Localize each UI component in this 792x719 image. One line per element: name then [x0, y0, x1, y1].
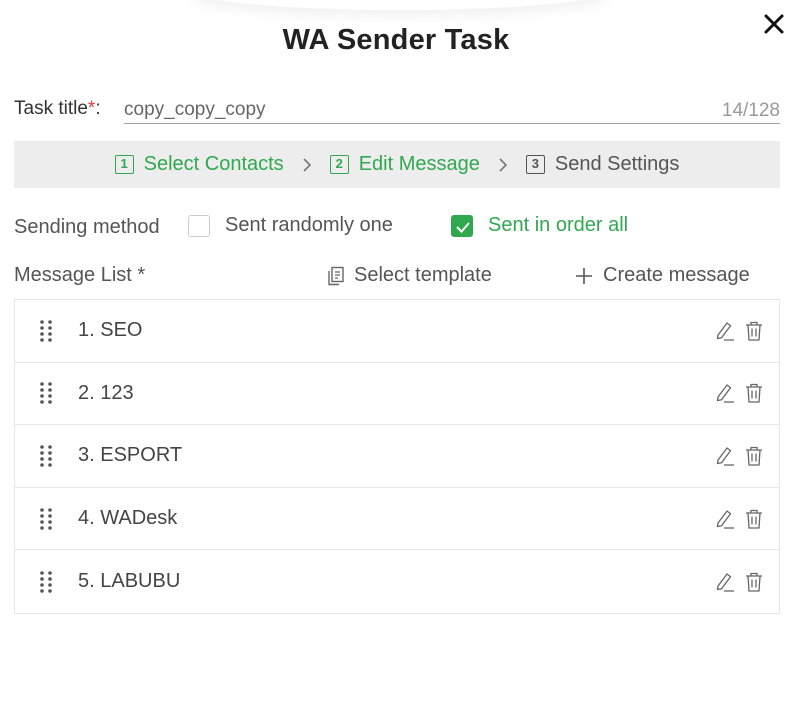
task-title-input[interactable] [124, 97, 780, 124]
dialog-top-shadow [190, 0, 610, 10]
step-select-contacts[interactable]: 1 Select Contacts [114, 153, 284, 176]
step-number: 2 [329, 155, 349, 174]
sending-method-row: Sending method Sent randomly one Sent in… [14, 214, 780, 242]
step-label: Select Contacts [143, 153, 284, 175]
drag-handle-icon[interactable] [39, 507, 53, 531]
chevron-right-icon [499, 157, 507, 172]
message-list-header: Message List * Select template Create me… [14, 262, 780, 290]
list-item[interactable]: 4. WADesk [15, 488, 779, 551]
delete-icon[interactable] [744, 571, 764, 593]
step-label: Edit Message [358, 153, 480, 175]
select-template-button[interactable]: Select template [327, 264, 492, 287]
checkmark-icon [456, 221, 470, 233]
chevron-right-icon [303, 157, 311, 172]
task-title-colon: : [95, 98, 101, 119]
steps-bar: 1 Select Contacts 2 Edit Message 3 Send … [14, 141, 780, 188]
plus-icon [576, 267, 592, 284]
message-name: 4. WADesk [78, 507, 178, 530]
dialog-title: WA Sender Task [282, 24, 510, 56]
step-send-settings[interactable]: 3 Send Settings [525, 153, 680, 176]
message-name: 5. LABUBU [78, 570, 181, 593]
step-edit-message[interactable]: 2 Edit Message [329, 153, 480, 176]
list-item[interactable]: 2. 123 [15, 363, 779, 426]
step-number: 1 [114, 155, 134, 174]
message-name: 1. SEO [78, 319, 143, 342]
edit-icon[interactable] [715, 445, 735, 467]
message-list: 1. SEO 2. 123 3. ESPORT 4. WADesk 5. LAB… [14, 299, 780, 614]
message-list-label: Message List * [14, 264, 146, 286]
task-title-counter: 14/128 [721, 100, 780, 121]
edit-icon[interactable] [715, 320, 735, 342]
delete-icon[interactable] [744, 382, 764, 404]
edit-icon[interactable] [715, 571, 735, 593]
drag-handle-icon[interactable] [39, 381, 53, 405]
edit-icon[interactable] [715, 508, 735, 530]
task-title-label: Task title*: [14, 98, 101, 120]
option-sent-in-order-all[interactable]: Sent in order all [451, 214, 628, 237]
drag-handle-icon[interactable] [39, 319, 53, 343]
task-title-label-text: Task title [14, 98, 88, 119]
message-name: 3. ESPORT [78, 444, 183, 467]
drag-handle-icon[interactable] [39, 444, 53, 468]
option-sent-randomly-one[interactable]: Sent randomly one [188, 214, 393, 237]
task-title-row: Task title*: 14/128 [14, 97, 780, 125]
list-item[interactable]: 1. SEO [15, 300, 779, 363]
step-label: Send Settings [554, 153, 680, 175]
select-template-label: Select template [354, 264, 492, 286]
message-name: 2. 123 [78, 381, 134, 404]
step-number: 3 [525, 155, 545, 174]
delete-icon[interactable] [744, 445, 764, 467]
checkbox-unchecked[interactable] [188, 214, 210, 237]
drag-handle-icon[interactable] [39, 570, 53, 594]
list-item[interactable]: 3. ESPORT [15, 425, 779, 488]
option-label: Sent randomly one [225, 214, 393, 236]
sending-method-label: Sending method [14, 216, 160, 238]
edit-icon[interactable] [715, 382, 735, 404]
delete-icon[interactable] [744, 508, 764, 530]
create-message-label: Create message [603, 264, 750, 286]
create-message-button[interactable]: Create message [574, 264, 750, 287]
close-icon[interactable] [762, 12, 786, 36]
delete-icon[interactable] [744, 320, 764, 342]
option-label: Sent in order all [488, 214, 629, 236]
checkbox-checked[interactable] [451, 214, 473, 237]
list-item[interactable]: 5. LABUBU [15, 550, 779, 613]
template-icon [328, 266, 344, 285]
